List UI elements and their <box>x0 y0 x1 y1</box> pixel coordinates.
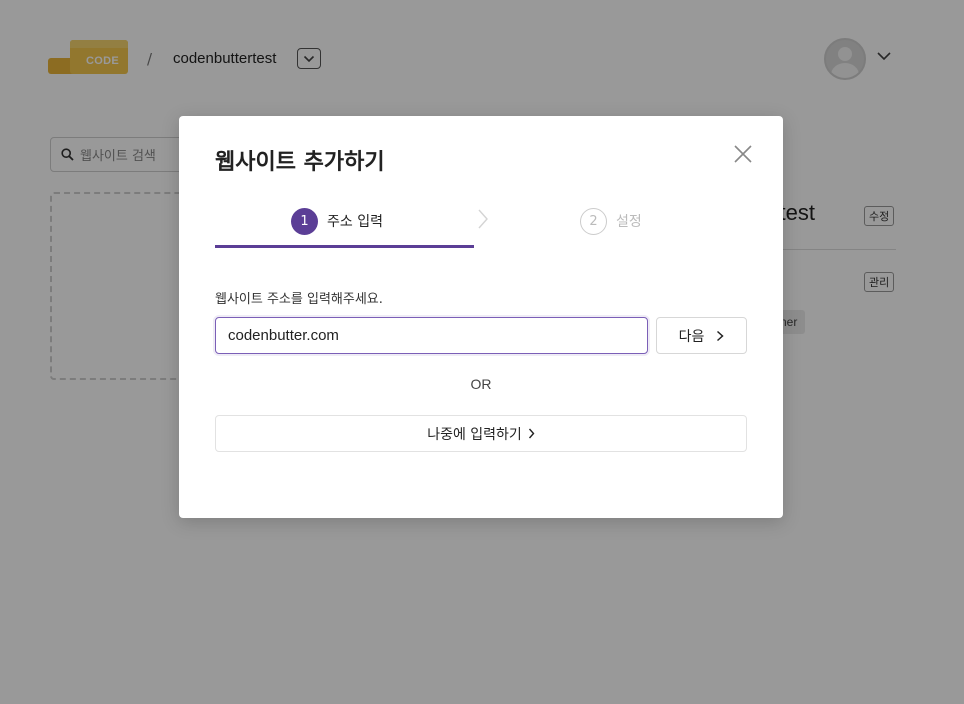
step-number: 2 <box>580 207 607 235</box>
step-label: 주소 입력 <box>327 214 383 230</box>
chevron-right-icon <box>528 428 535 439</box>
step-number: 1 <box>291 207 318 235</box>
active-step-indicator <box>215 245 474 248</box>
url-field-label: 웹사이트 주소를 입력해주세요. <box>215 292 383 307</box>
enter-later-label: 나중에 입력하기 <box>427 426 522 443</box>
website-url-input[interactable] <box>215 317 648 354</box>
chevron-right-icon <box>478 209 488 229</box>
step-label: 설정 <box>616 214 642 230</box>
step-address: 1 주소 입력 <box>291 206 383 236</box>
next-label: 다음 <box>678 328 705 345</box>
close-icon <box>734 145 752 163</box>
close-button[interactable] <box>731 142 755 166</box>
step-settings: 2 설정 <box>580 206 642 236</box>
chevron-right-icon <box>717 330 724 341</box>
enter-later-button[interactable]: 나중에 입력하기 <box>215 415 747 452</box>
modal-title: 웹사이트 추가하기 <box>215 150 385 175</box>
add-website-modal: 웹사이트 추가하기 1 주소 입력 2 설정 웹사이트 주소를 입력해주세요. … <box>179 116 783 518</box>
next-button[interactable]: 다음 <box>656 317 747 354</box>
or-divider-text: OR <box>470 376 492 392</box>
